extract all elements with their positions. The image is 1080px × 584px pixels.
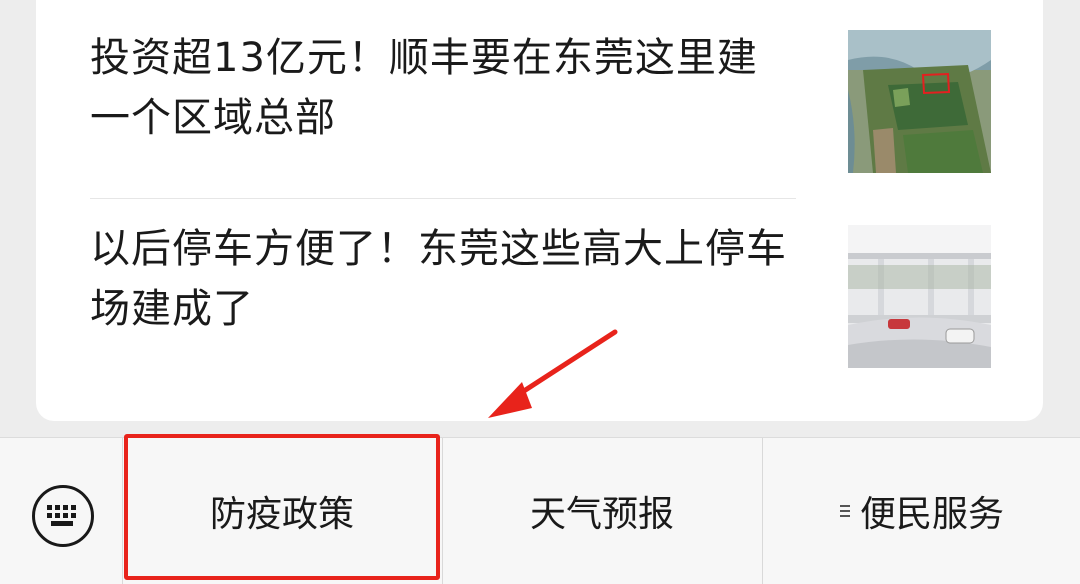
article-title[interactable]: 以后停车方便了！东莞这些高大上停车场建成了 [90,219,790,339]
list-icon [839,505,850,517]
highlight-box [124,434,440,580]
menu-item-weather-forecast[interactable]: 天气预报 [442,438,762,584]
keyboard-toggle-button[interactable] [32,485,94,547]
keyboard-icon [47,505,76,526]
article-thumbnail[interactable] [848,30,991,173]
article-item[interactable]: 投资超13亿元！顺丰要在东莞这里建一个区域总部 [36,0,1043,199]
menu-item-convenience-services[interactable]: 便民服务 [762,438,1080,584]
article-thumbnail[interactable] [848,225,991,368]
menu-item-label: 便民服务 [859,494,1004,535]
article-title[interactable]: 投资超13亿元！顺丰要在东莞这里建一个区域总部 [90,28,790,148]
pointer-arrow-icon [488,329,618,418]
menu-item-label: 天气预报 [529,494,674,535]
